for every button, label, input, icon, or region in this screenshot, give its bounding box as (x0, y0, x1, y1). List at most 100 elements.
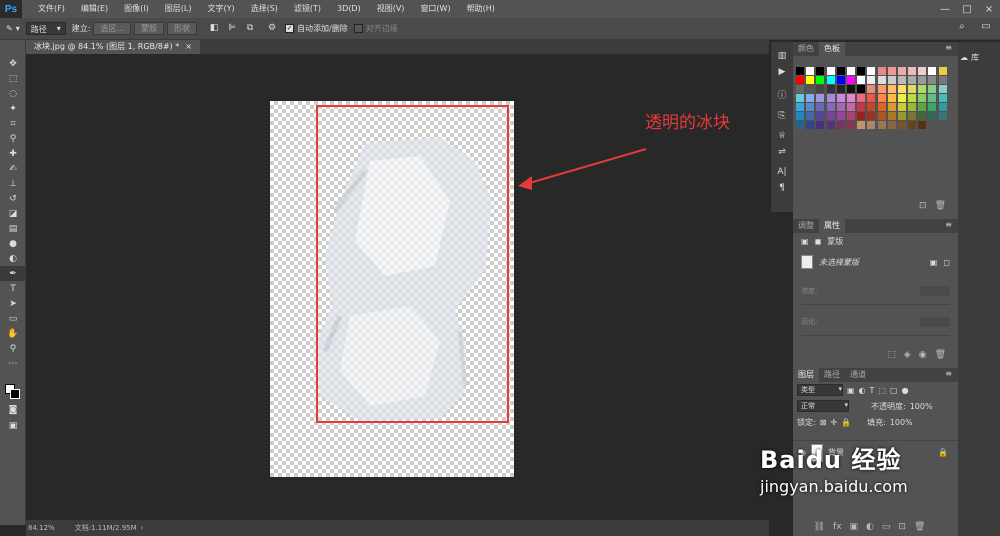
color-swatch[interactable] (816, 112, 825, 120)
clone-source-icon[interactable]: ⎘ (771, 108, 793, 124)
color-swatch[interactable] (897, 85, 906, 93)
color-swatch[interactable] (836, 112, 845, 120)
menu-item[interactable]: 帮助(H) (459, 0, 503, 18)
color-swatch[interactable] (867, 67, 876, 75)
add-pixel-mask-icon[interactable]: ▣ (930, 258, 938, 267)
color-swatch[interactable] (897, 103, 906, 111)
type-tool-icon[interactable]: T (0, 281, 26, 296)
color-swatch[interactable] (867, 94, 876, 102)
panel-menu-icon[interactable]: ≡ (945, 220, 952, 229)
zoom-level[interactable]: 84.12% (28, 524, 55, 532)
maximize-button[interactable]: □ (956, 0, 978, 18)
color-swatch[interactable] (908, 94, 917, 102)
type-filter-icon[interactable]: T (870, 386, 875, 395)
color-swatch[interactable] (928, 76, 937, 84)
character-icon[interactable]: A| (771, 164, 793, 180)
color-swatch[interactable] (816, 103, 825, 111)
menu-item[interactable]: 3D(D) (329, 0, 369, 18)
color-swatch[interactable] (796, 85, 804, 93)
panel-menu-icon[interactable]: ≡ (945, 369, 952, 378)
color-swatch[interactable] (806, 112, 815, 120)
color-swatch[interactable] (897, 67, 906, 75)
move-tool-icon[interactable]: ✥ (0, 56, 26, 71)
apply-mask-icon[interactable]: ◈ (904, 350, 911, 360)
color-swatch[interactable] (877, 76, 886, 84)
menu-item[interactable]: 图层(L) (157, 0, 200, 18)
gear-icon[interactable]: ⚙ (265, 23, 279, 35)
chevron-right-icon[interactable]: › (141, 524, 144, 532)
make-shape-button[interactable]: 形状 (167, 22, 198, 35)
color-swatch[interactable] (918, 103, 927, 111)
color-swatch[interactable] (836, 67, 845, 75)
blur-tool-icon[interactable]: ● (0, 236, 26, 251)
color-swatch[interactable] (846, 85, 855, 93)
zoom-tool-icon[interactable]: ⚲ (0, 341, 26, 356)
pen-tool-preset[interactable]: ✎ ▾ (6, 24, 20, 33)
load-selection-icon[interactable]: ⬚ (887, 350, 896, 360)
layer-kind-filter[interactable]: 类型 ▾ (797, 384, 843, 396)
trash-icon[interactable]: 🗑 (935, 201, 946, 211)
color-swatch[interactable] (897, 112, 906, 120)
color-swatch[interactable] (887, 85, 896, 93)
pixel-filter-icon[interactable]: ▣ (847, 386, 855, 395)
tab-properties[interactable]: 属性 (819, 219, 845, 233)
folder-icon[interactable]: ▭ (882, 522, 891, 532)
color-swatch[interactable] (867, 103, 876, 111)
paragraph-icon[interactable]: ¶ (771, 180, 793, 196)
color-swatch[interactable] (887, 121, 896, 129)
color-swatch[interactable] (816, 76, 825, 84)
menu-item[interactable]: 滤镜(T) (286, 0, 329, 18)
color-swatch[interactable] (918, 76, 927, 84)
color-swatch[interactable] (806, 76, 815, 84)
color-swatch[interactable] (867, 121, 876, 129)
color-swatch[interactable] (846, 112, 855, 120)
color-swatch[interactable] (826, 103, 835, 111)
actions-play-icon[interactable]: ▶ (771, 64, 793, 80)
search-icon[interactable]: ⌕ (954, 21, 970, 37)
tab-color[interactable]: 颜色 (793, 42, 819, 56)
adjustment-filter-icon[interactable]: ◐ (859, 386, 866, 395)
color-swatch[interactable] (887, 76, 896, 84)
color-swatch[interactable] (928, 103, 937, 111)
minimize-button[interactable]: — (934, 0, 956, 18)
color-swatch[interactable] (908, 112, 917, 120)
dodge-tool-icon[interactable]: ◐ (0, 251, 26, 266)
color-swatch[interactable] (918, 112, 927, 120)
add-vector-mask-icon[interactable]: ◻ (943, 258, 950, 267)
tab-layers[interactable]: 图层 (793, 368, 819, 382)
color-swatch[interactable] (928, 94, 937, 102)
color-swatch[interactable] (816, 85, 825, 93)
visibility-icon[interactable]: ◉ (919, 350, 927, 360)
background-color-swatch[interactable] (10, 389, 20, 399)
feather-slider[interactable] (801, 335, 950, 336)
color-swatch[interactable] (846, 67, 855, 75)
quick-select-tool-icon[interactable]: ✦ (0, 101, 26, 116)
color-swatch[interactable] (928, 67, 937, 75)
color-swatch[interactable] (938, 112, 947, 120)
color-swatch[interactable] (897, 94, 906, 102)
color-swatch[interactable] (796, 121, 804, 129)
smart-object-filter-icon[interactable]: ▢ (890, 386, 898, 395)
color-swatch[interactable] (877, 103, 886, 111)
color-swatch[interactable] (867, 112, 876, 120)
color-swatch[interactable] (816, 67, 825, 75)
panel-menu-icon[interactable]: ≡ (945, 43, 952, 52)
new-swatch-icon[interactable]: ⊡ (919, 201, 927, 211)
feather-input[interactable] (920, 317, 950, 327)
color-swatch[interactable] (816, 94, 825, 102)
crop-tool-icon[interactable]: ⌗ (0, 116, 26, 131)
density-slider[interactable] (801, 304, 950, 305)
document-tab[interactable]: 冰块.jpg @ 84.1% (图层 1, RGB/8#) * × (26, 40, 200, 54)
color-swatch[interactable] (796, 76, 804, 84)
color-swatch[interactable] (806, 85, 815, 93)
color-swatch[interactable] (836, 94, 845, 102)
color-swatch[interactable] (908, 67, 917, 75)
color-swatch[interactable] (846, 94, 855, 102)
color-swatch[interactable] (897, 121, 906, 129)
color-swatch[interactable] (826, 85, 835, 93)
close-window-button[interactable]: × (978, 0, 1000, 18)
color-swatch[interactable] (877, 85, 886, 93)
color-swatch[interactable] (877, 121, 886, 129)
color-swatch[interactable] (887, 112, 896, 120)
color-swatch[interactable] (877, 67, 886, 75)
